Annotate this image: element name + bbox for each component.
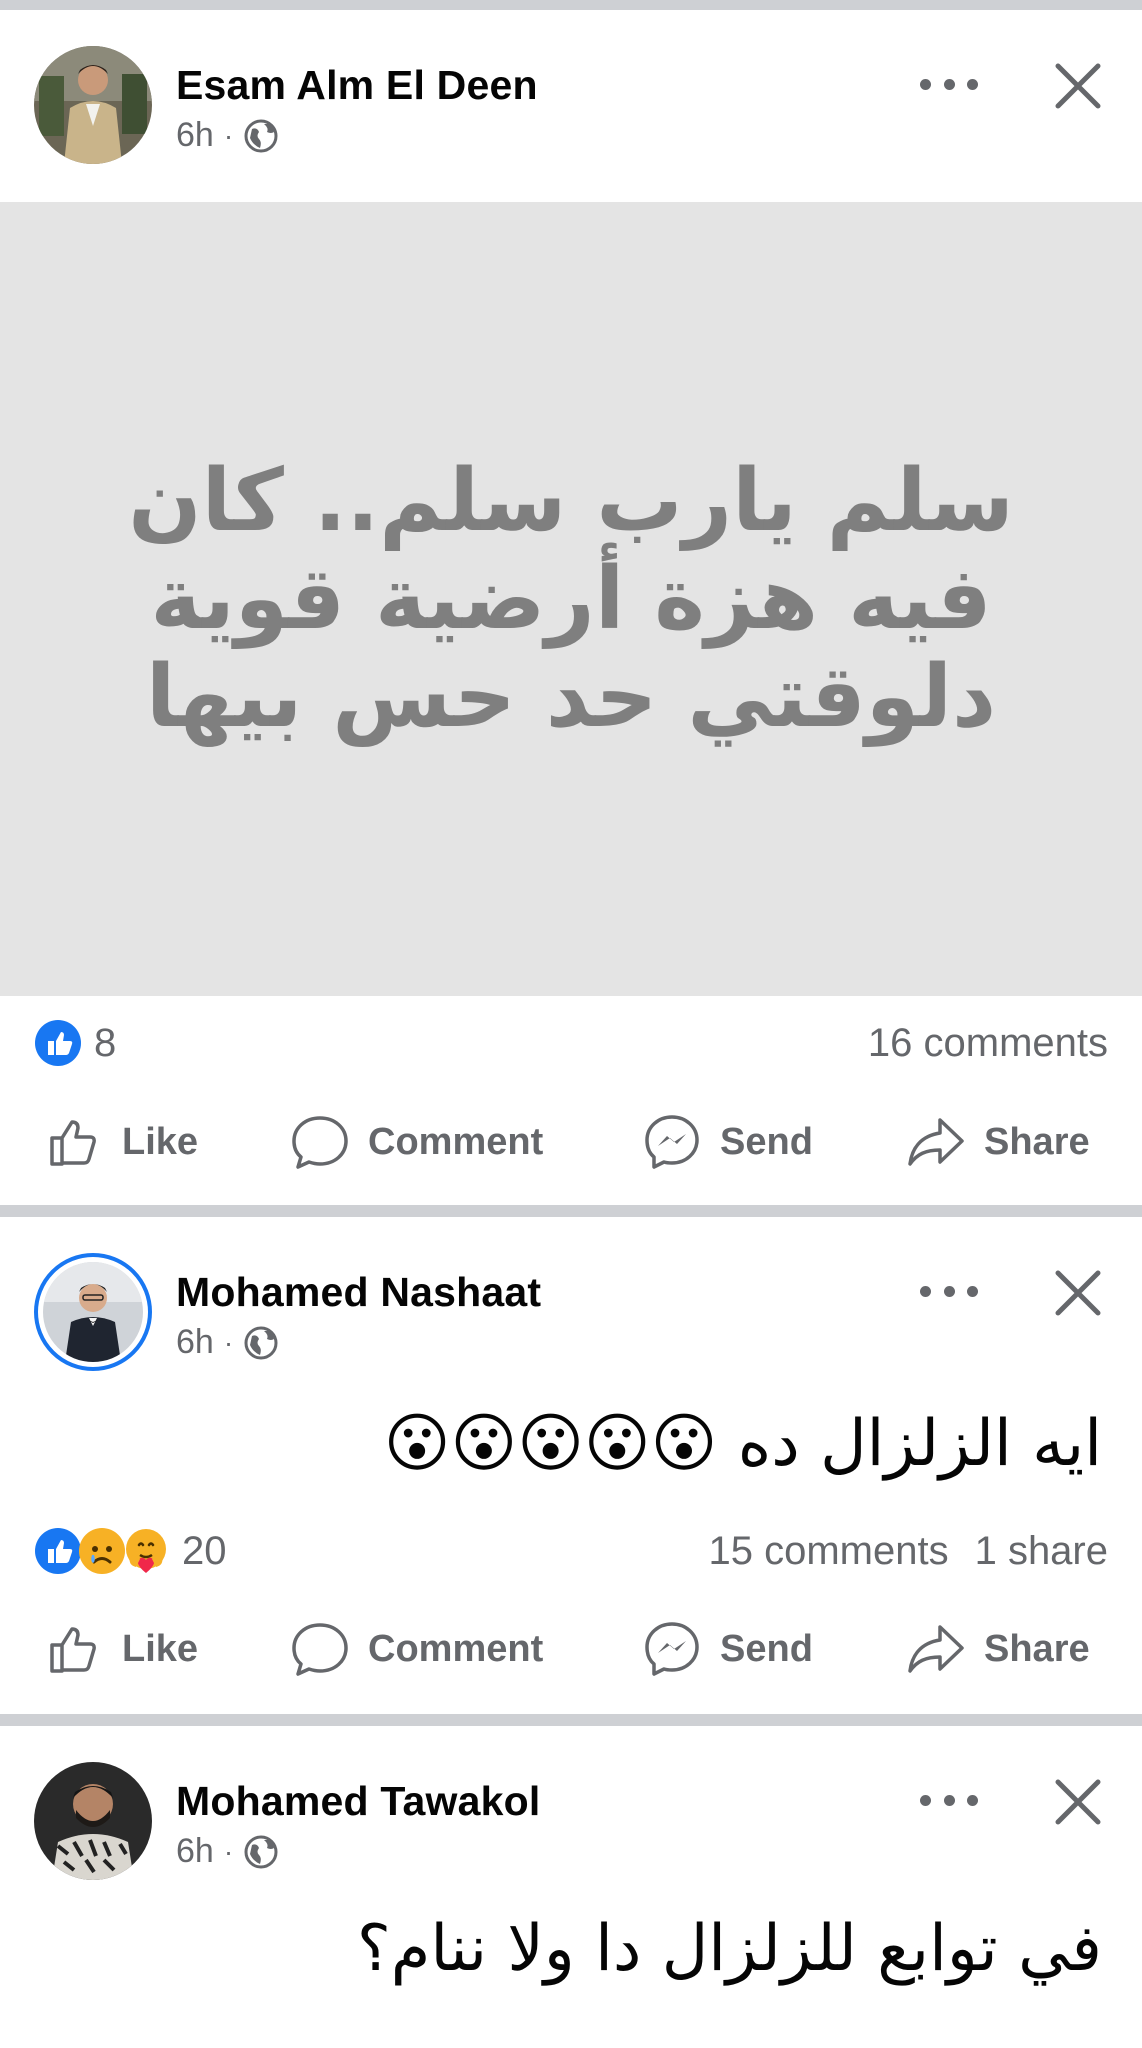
reaction-count: 8 [94,1020,117,1065]
share-label: Share [984,1627,1090,1670]
separator-dot: · [223,119,234,151]
send-button[interactable]: Send [642,1112,813,1172]
send-label: Send [720,1120,813,1163]
send-button[interactable]: Send [642,1619,813,1679]
post-card: Mohamed Tawakol 6h · في توابع للزلزال دا… [0,1726,1142,2048]
share-button[interactable]: Share [906,1112,1090,1172]
post-text: ايه الزلزال ده 😮😮😮😮😮 [383,1407,1102,1481]
share-icon [908,1118,964,1166]
comment-button[interactable]: Comment [290,1112,543,1172]
avatar[interactable] [34,46,152,164]
close-icon[interactable] [1050,1265,1106,1321]
like-icon [50,1120,96,1166]
post-time[interactable]: 6h [176,1832,214,1871]
action-bar: Like Comment Send Share [0,1112,1142,1182]
close-icon[interactable] [1050,58,1106,114]
comments-count[interactable]: 16 comments [868,1021,1108,1066]
send-label: Send [720,1627,813,1670]
like-label: Like [122,1120,199,1163]
more-options-icon[interactable] [920,1780,978,1820]
avatar[interactable] [34,1253,152,1371]
reaction-summary[interactable]: 8 [34,1019,116,1067]
globe-icon [244,1326,278,1359]
share-label: Share [984,1120,1090,1163]
author-name[interactable]: Esam Alm El Deen [176,62,538,109]
separator-dot: · [223,1835,234,1867]
post-stats: 20 15 comments 1 share [34,1521,1108,1581]
like-reaction-icon [34,1019,82,1067]
more-options-icon[interactable] [920,64,978,104]
share-button[interactable]: Share [906,1619,1090,1679]
like-reaction-icon [34,1527,82,1575]
text-background-card[interactable]: سلم يارب سلم.. كان فيه هزة أرضية قوية دل… [0,202,1142,996]
post-card: Esam Alm El Deen 6h · سلم يارب سلم.. كان… [0,10,1142,1205]
shares-count[interactable]: 1 share [975,1529,1108,1574]
post-text: في توابع للزلزال دا ولا ننام؟ [356,1912,1102,1986]
post-meta: 6h · [176,1832,279,1871]
comment-button[interactable]: Comment [290,1619,543,1679]
author-name[interactable]: Mohamed Nashaat [176,1269,541,1316]
reaction-summary[interactable]: 20 [34,1527,227,1575]
profile-photo [34,46,152,164]
share-icon [908,1625,964,1673]
separator-dot: · [223,1326,234,1358]
like-label: Like [122,1627,199,1670]
feed-divider [0,1714,1142,1726]
profile-photo [43,1262,143,1362]
author-name[interactable]: Mohamed Tawakol [176,1778,540,1825]
post-meta: 6h · [176,1323,279,1362]
comments-count[interactable]: 15 comments [708,1529,948,1574]
post-time[interactable]: 6h [176,1323,214,1362]
reaction-count: 20 [182,1528,227,1573]
messenger-icon [645,1622,699,1676]
like-button[interactable]: Like [44,1112,198,1172]
sad-reaction-icon [78,1527,126,1575]
comment-icon [292,1623,348,1676]
post-card: Mohamed Nashaat 6h · ايه الزلزال ده 😮😮😮😮… [0,1217,1142,1714]
globe-icon [244,119,278,152]
feed-divider [0,0,1142,10]
comment-label: Comment [368,1627,544,1670]
messenger-icon [645,1115,699,1169]
close-icon[interactable] [1050,1774,1106,1830]
profile-photo [34,1762,152,1880]
background-post-text: سلم يارب سلم.. كان فيه هزة أرضية قوية دل… [128,451,1014,747]
avatar[interactable] [34,1762,152,1880]
care-reaction-icon [122,1527,170,1575]
more-options-icon[interactable] [920,1271,978,1311]
comment-icon [292,1116,348,1169]
post-meta: 6h · [176,116,279,155]
like-icon [50,1627,96,1673]
like-button[interactable]: Like [44,1619,198,1679]
comment-label: Comment [368,1120,544,1163]
post-time[interactable]: 6h [176,116,214,155]
globe-icon [244,1835,278,1868]
feed-divider [0,1205,1142,1217]
action-bar: Like Comment Send Share [0,1619,1142,1689]
post-stats: 8 16 comments [34,1013,1108,1073]
